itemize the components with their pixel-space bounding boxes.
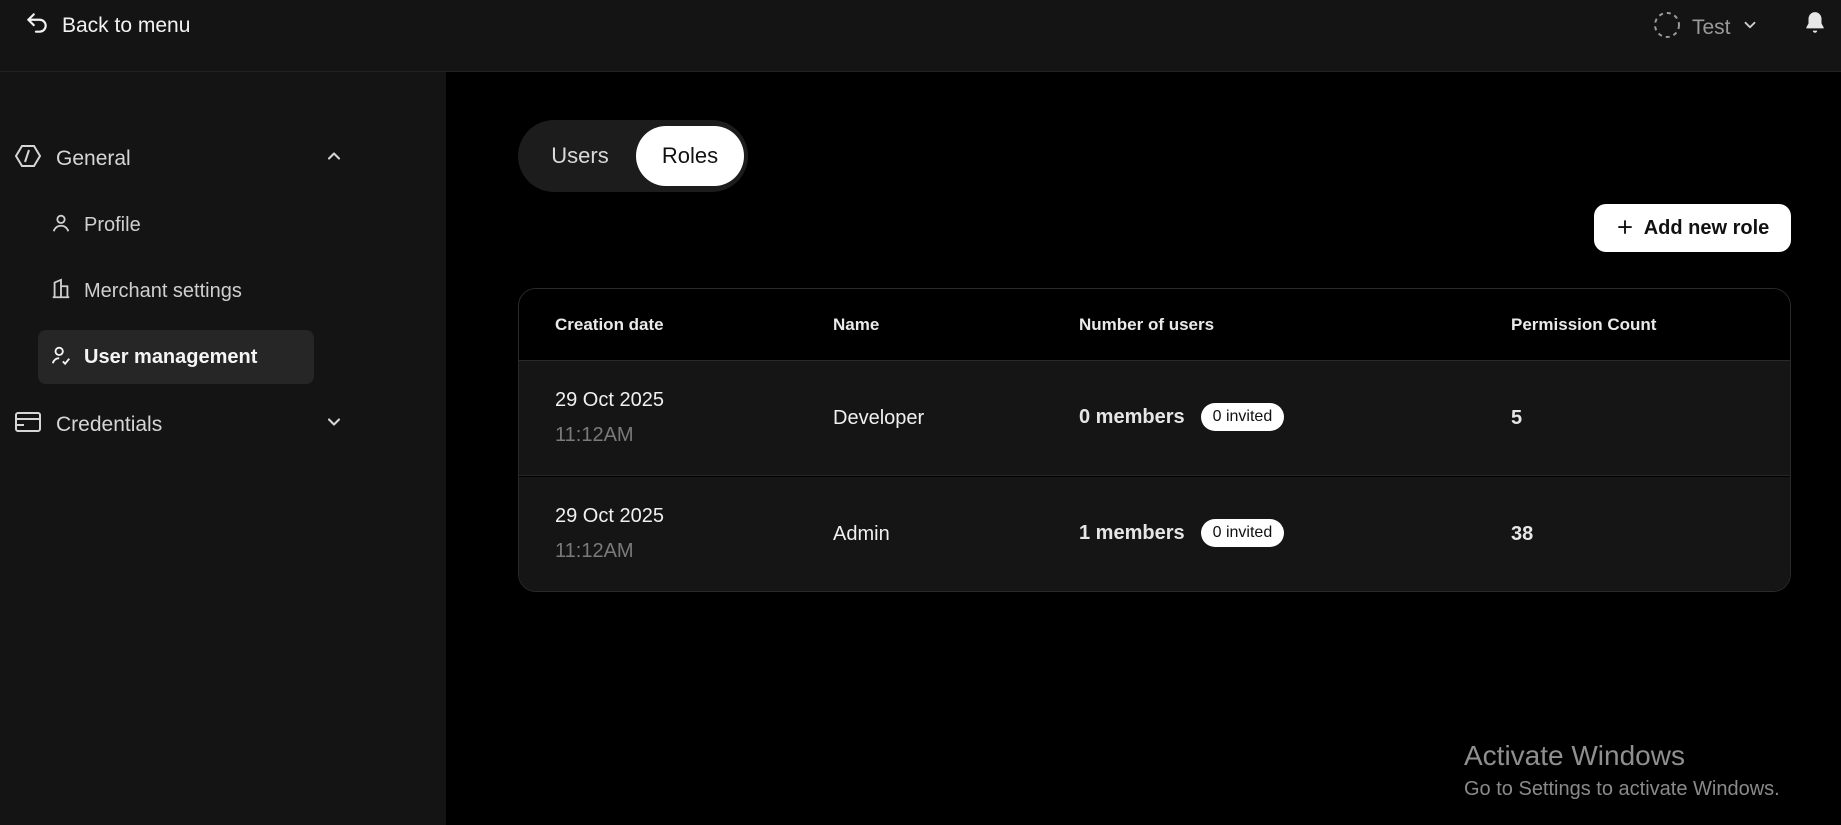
column-header-permission-count: Permission Count <box>1511 315 1657 334</box>
environment-switcher[interactable]: Test <box>1652 10 1759 45</box>
users-cell: 1 members 0 invited <box>1079 519 1285 547</box>
column-header-number-of-users: Number of users <box>1079 315 1215 334</box>
permission-count: 5 <box>1511 407 1523 429</box>
column-header-name: Name <box>833 315 880 334</box>
time-text: 11:12AM <box>555 540 634 562</box>
roles-table: Creation date Name Number of users Permi… <box>518 288 1791 592</box>
add-new-role-label: Add new role <box>1643 216 1770 239</box>
back-to-menu-link[interactable]: Back to menu <box>24 10 190 41</box>
table-row[interactable]: 29 Oct 2025 11:12AM Admin 1 members 0 inv… <box>519 477 1790 591</box>
chevron-up-icon <box>324 146 344 171</box>
top-bar: Back to menu Test <box>0 0 1841 72</box>
sidebar: General Profile Merchant settings User m… <box>0 72 446 825</box>
sidebar-group-label: Credentials <box>56 412 163 436</box>
permission-count: 38 <box>1511 523 1534 545</box>
environment-label: Test <box>1692 15 1731 39</box>
add-new-role-button[interactable]: Add new role <box>1594 204 1791 252</box>
table-row[interactable]: 29 Oct 2025 11:12AM Developer 0 members 0… <box>519 361 1790 476</box>
time-text: 11:12AM <box>555 424 634 446</box>
sidebar-group-general[interactable]: General <box>14 142 344 175</box>
plus-icon <box>1616 218 1634 239</box>
members-count: 0 members <box>1079 406 1185 428</box>
sidebar-item-label: Profile <box>84 213 141 236</box>
creation-date-cell: 29 Oct 2025 11:12AM <box>555 505 664 563</box>
hexagon-icon <box>14 142 42 175</box>
table-header: Creation date Name Number of users Permi… <box>519 289 1790 361</box>
role-name: Admin <box>833 523 890 545</box>
undo-arrow-icon <box>24 10 50 41</box>
members-count: 1 members <box>1079 522 1185 544</box>
sidebar-group-credentials[interactable]: Credentials <box>14 408 344 441</box>
sidebar-item-label: Merchant settings <box>84 279 242 302</box>
invited-badge: 0 invited <box>1200 519 1285 547</box>
notification-bell-icon[interactable] <box>1802 10 1828 41</box>
watermark-subtitle: Go to Settings to activate Windows. <box>1464 778 1780 800</box>
sidebar-item-user-management[interactable]: User management <box>38 330 314 384</box>
tab-users[interactable]: Users <box>526 126 634 186</box>
chevron-down-icon <box>1741 16 1759 39</box>
sidebar-item-profile[interactable]: Profile <box>38 198 314 252</box>
dashed-circle-icon <box>1652 10 1682 45</box>
date-text: 29 Oct 2025 <box>555 389 664 411</box>
user-check-icon <box>50 344 72 371</box>
watermark-title: Activate Windows <box>1464 740 1685 771</box>
credentials-icon <box>14 408 42 441</box>
users-roles-tabs: Users Roles <box>518 120 748 192</box>
sidebar-group-label: General <box>56 146 131 170</box>
user-icon <box>50 212 72 239</box>
tab-roles[interactable]: Roles <box>636 126 744 186</box>
sidebar-item-label: User management <box>84 345 258 368</box>
building-icon <box>50 277 72 305</box>
invited-badge: 0 invited <box>1200 403 1285 431</box>
sidebar-item-merchant-settings[interactable]: Merchant settings <box>38 264 314 318</box>
role-name: Developer <box>833 407 925 429</box>
users-cell: 0 members 0 invited <box>1079 403 1285 431</box>
column-header-creation-date: Creation date <box>555 315 664 334</box>
date-text: 29 Oct 2025 <box>555 505 664 527</box>
activate-windows-watermark: Activate Windows Go to Settings to activ… <box>1464 740 1780 801</box>
creation-date-cell: 29 Oct 2025 11:12AM <box>555 389 664 447</box>
back-to-menu-label: Back to menu <box>62 13 191 37</box>
chevron-down-icon <box>324 412 344 437</box>
